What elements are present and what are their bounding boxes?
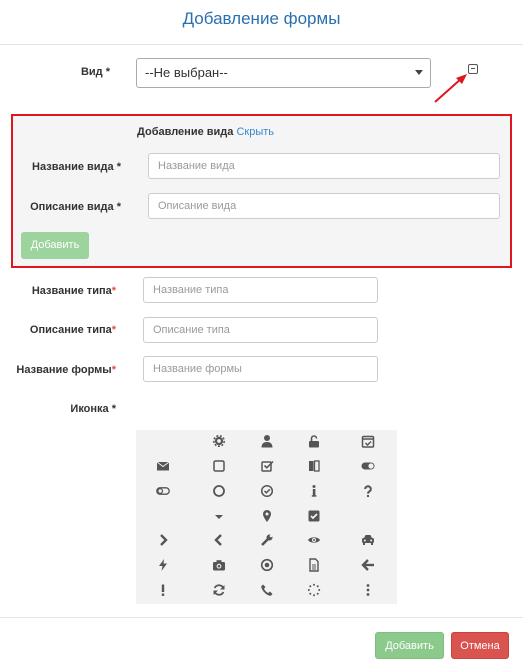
check-square-icon[interactable] xyxy=(260,459,274,473)
hide-link[interactable]: Скрыть xyxy=(236,126,274,138)
kind-select[interactable]: --Не выбран-- xyxy=(136,58,431,88)
calendar-check-icon[interactable] xyxy=(361,434,375,448)
red-arrow-annotation xyxy=(434,74,467,103)
form-name-input[interactable] xyxy=(143,356,378,382)
exclamation-icon[interactable] xyxy=(156,583,170,597)
submit-button[interactable]: Добавить xyxy=(375,632,444,659)
footer-divider xyxy=(0,617,523,618)
icon-label: Иконка * xyxy=(70,403,116,415)
chevron-down-icon xyxy=(415,70,423,75)
header-divider xyxy=(0,44,523,45)
square-icon[interactable] xyxy=(212,459,226,473)
type-desc-input[interactable] xyxy=(143,317,378,343)
type-name-input[interactable] xyxy=(143,277,378,303)
arrow-left-icon[interactable] xyxy=(361,558,375,572)
phone-icon[interactable] xyxy=(260,583,274,597)
car-icon[interactable] xyxy=(361,533,375,547)
cancel-button[interactable]: Отмена xyxy=(451,632,509,659)
bolt-icon[interactable] xyxy=(156,558,170,572)
type-desc-label-text: Описание типа xyxy=(29,324,112,336)
add-kind-heading-text: Добавление вида xyxy=(137,126,234,138)
required-mark: * xyxy=(111,285,116,297)
envelope-icon[interactable] xyxy=(156,459,170,473)
kind-desc-input[interactable] xyxy=(148,193,500,219)
kind-label: Вид * xyxy=(80,66,110,78)
gear-icon[interactable] xyxy=(212,434,226,448)
kind-name-input[interactable] xyxy=(148,153,500,179)
kind-select-value: --Не выбран-- xyxy=(145,65,228,80)
kind-name-label: Название вида * xyxy=(32,161,121,173)
caret-down-icon[interactable] xyxy=(212,509,226,523)
refresh-icon[interactable] xyxy=(212,583,226,597)
chevron-left-icon[interactable] xyxy=(212,533,226,547)
modal-title: Добавление формы xyxy=(182,9,341,28)
checked-box-icon[interactable] xyxy=(307,509,321,523)
circle-icon[interactable] xyxy=(212,484,226,498)
chevron-right-icon[interactable] xyxy=(156,533,170,547)
question-icon[interactable] xyxy=(361,484,375,498)
unlock-icon[interactable] xyxy=(307,434,321,448)
info-icon[interactable] xyxy=(307,484,321,498)
eye-icon[interactable] xyxy=(307,533,321,547)
type-name-label: Название типа* xyxy=(10,285,116,297)
form-name-label: Название формы* xyxy=(4,364,116,376)
type-desc-label: Описание типа* xyxy=(10,324,116,336)
dot-circle-icon[interactable] xyxy=(260,558,274,572)
required-mark: * xyxy=(111,364,116,376)
book-icon[interactable] xyxy=(307,459,321,473)
camera-icon[interactable] xyxy=(212,558,226,572)
ellipsis-vertical-icon[interactable] xyxy=(361,583,375,597)
required-mark: * xyxy=(111,324,116,336)
add-kind-button[interactable]: Добавить xyxy=(21,232,89,259)
file-icon[interactable] xyxy=(307,558,321,572)
type-name-label-text: Название типа xyxy=(31,285,112,297)
toggle-off-icon[interactable] xyxy=(156,484,170,498)
wrench-icon[interactable] xyxy=(260,533,274,547)
spinner-icon[interactable] xyxy=(307,583,321,597)
kind-desc-label: Описание вида * xyxy=(30,201,121,213)
toggle-on-icon[interactable] xyxy=(361,459,375,473)
user-icon[interactable] xyxy=(260,434,274,448)
map-marker-icon[interactable] xyxy=(260,509,274,523)
add-kind-heading: Добавление вида Скрыть xyxy=(137,126,274,138)
check-circle-icon[interactable] xyxy=(260,484,274,498)
form-name-label-text: Название формы xyxy=(16,364,112,376)
